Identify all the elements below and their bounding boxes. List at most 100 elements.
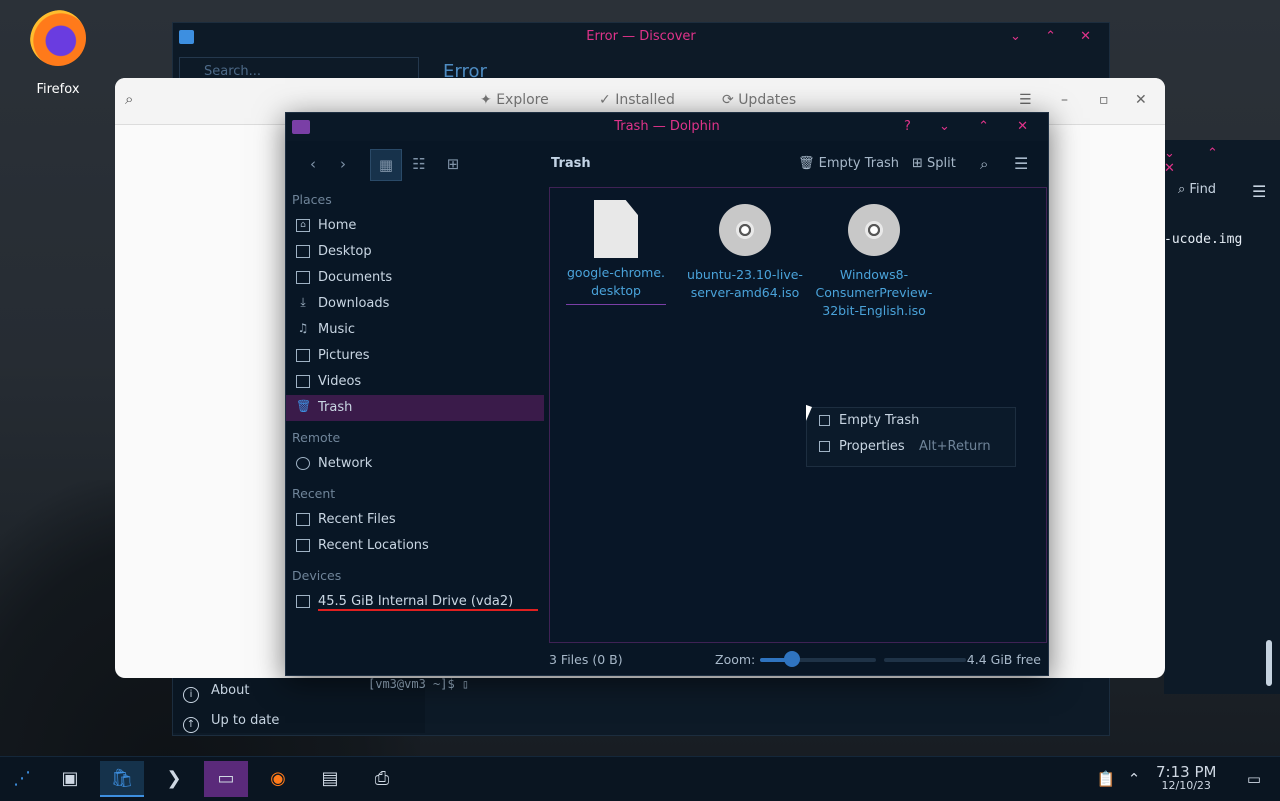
sidebar-item-desktop[interactable]: Desktop — [286, 239, 548, 265]
discover-window-buttons[interactable]: ⌄ ⌃ ✕ — [1010, 23, 1101, 51]
file-item[interactable]: google-chrome. desktop — [554, 200, 678, 305]
terminal-window-buttons[interactable]: ⌄ ⌃ ✕ — [1164, 146, 1274, 176]
dolphin-window: Trash — Dolphin ? ⌄ ⌃ ✕ ‹ › ▦ ☷ ⊞ Trash … — [285, 112, 1049, 676]
discover-updates-status[interactable]: ↑ Up to date — [183, 713, 279, 733]
terminal-window: ⌄ ⌃ ✕ ⌕ Find ☰ -ucode.img — [1164, 140, 1280, 694]
sidebar-item-pictures[interactable]: Pictures — [286, 343, 548, 369]
sidebar-item-videos[interactable]: Videos — [286, 369, 548, 395]
empty-trash-button[interactable]: 🗑 Empty Trash — [798, 149, 899, 179]
dolphin-toolbar: ‹ › ▦ ☷ ⊞ Trash 🗑 Empty Trash ⊞ Split ⌕ … — [286, 141, 1048, 185]
sidebar-item-trash[interactable]: 🗑 Trash — [286, 395, 544, 421]
properties-icon — [819, 441, 830, 452]
disc-icon — [848, 204, 900, 256]
taskbar: ⋰ ▣ 🛍 ❯ ▭ ◉ ▤ ⎙ 📋 ⌃ 7:13 PM 12/10/23 ▭ — [0, 756, 1280, 801]
search-icon[interactable]: ⌕ — [980, 149, 988, 179]
music-icon: ♫ — [297, 321, 309, 335]
terminal-scrollbar[interactable] — [1266, 640, 1272, 686]
firefox-task-icon[interactable]: ◉ — [256, 761, 300, 797]
disc-icon — [719, 204, 771, 256]
document-icon — [296, 271, 310, 284]
firefox-icon — [30, 10, 86, 66]
selection-underline — [566, 304, 666, 305]
file-name-line: ubuntu-23.10-live- — [687, 267, 803, 282]
picture-icon — [296, 349, 310, 362]
close-icon[interactable]: ✕ — [1135, 92, 1147, 108]
remote-header: Remote — [292, 430, 341, 445]
sidebar-item-downloads[interactable]: ⤓ Downloads — [286, 291, 548, 317]
forward-icon[interactable]: › — [330, 149, 356, 179]
terminal-find-button[interactable]: ⌕ Find — [1178, 182, 1216, 197]
chevron-up-icon[interactable]: ⌃ — [1112, 761, 1156, 797]
file-name-line: Windows8- — [839, 267, 909, 282]
hamburger-menu-icon[interactable]: ☰ — [1252, 182, 1266, 201]
terminal-task-icon[interactable]: ❯ — [152, 761, 196, 797]
app-launcher-icon[interactable]: ⋰ — [0, 761, 44, 797]
discover-task-icon[interactable]: 🛍 — [100, 761, 144, 797]
empty-trash-label: Empty Trash — [818, 156, 900, 171]
sidebar-item-drive[interactable]: 45.5 GiB Internal Drive (vda2) — [286, 589, 548, 615]
sidebar-item-home[interactable]: ⌂ Home — [286, 213, 548, 239]
split-button[interactable]: ⊞ Split — [912, 149, 956, 179]
tab-installed[interactable]: ✓ Installed — [599, 92, 675, 108]
desktop-icon-label: Firefox — [36, 82, 80, 97]
free-space-bar — [884, 658, 966, 662]
file-name-line: google-chrome. — [567, 265, 665, 280]
task-manager-icon[interactable]: ▣ — [48, 761, 92, 797]
tab-updates[interactable]: ⟳ Updates — [722, 92, 796, 108]
places-panel: Places ⌂ Home Desktop Documents ⤓ Download… — [286, 187, 548, 615]
discover-app-icon — [179, 30, 194, 44]
icons-view-icon[interactable]: ▦ — [370, 149, 402, 181]
document-icon — [594, 200, 638, 258]
folder-app-icon — [292, 120, 310, 134]
drive-icon — [296, 595, 310, 608]
hamburger-menu-icon[interactable]: ☰ — [1014, 149, 1028, 179]
compact-view-icon[interactable]: ☷ — [404, 149, 434, 179]
clock-date: 12/10/23 — [1161, 779, 1211, 792]
split-label: Split — [927, 156, 956, 171]
maximize-icon[interactable]: ▫ — [1099, 92, 1109, 108]
places-header: Places — [292, 192, 332, 207]
sidebar-item-documents[interactable]: Documents — [286, 265, 548, 291]
update-arrow-icon: ↑ — [183, 717, 199, 733]
file-item[interactable]: ubuntu-23.10-live- server-amd64.iso — [683, 200, 807, 302]
free-space: 4.4 GiB free — [966, 652, 1041, 667]
terminal-output: -ucode.img — [1164, 232, 1243, 247]
dolphin-task-icon[interactable]: ▭ — [204, 761, 248, 797]
zoom-label: Zoom: — [715, 652, 756, 667]
home-icon: ⌂ — [296, 219, 310, 232]
file-item[interactable]: Windows8- ConsumerPreview- 32bit-English… — [812, 200, 936, 320]
about-label: About — [211, 683, 250, 698]
menu-item-properties[interactable]: Properties Alt+Return — [807, 434, 1015, 460]
discover-about-item[interactable]: i About — [183, 683, 249, 703]
back-icon[interactable]: ‹ — [300, 149, 326, 179]
breadcrumb[interactable]: Trash — [551, 149, 591, 179]
show-desktop-icon[interactable]: ▭ — [1232, 761, 1276, 797]
sidebar-item-recent-locations[interactable]: Recent Locations — [286, 533, 548, 559]
drive-usage-bar — [318, 609, 538, 611]
discover-title: Error — Discover — [586, 29, 696, 44]
sidebar-item-recent-files[interactable]: Recent Files — [286, 507, 548, 533]
up-to-date-label: Up to date — [211, 713, 280, 728]
software-store-icon[interactable]: ▤ — [308, 761, 352, 797]
recent-locations-icon — [296, 539, 310, 552]
tab-explore[interactable]: ✦ Explore — [480, 92, 549, 108]
dolphin-window-buttons[interactable]: ? ⌄ ⌃ ✕ — [904, 113, 1040, 141]
printer-icon[interactable]: ⎙ — [360, 761, 404, 797]
menu-icon[interactable]: ☰ — [1019, 92, 1032, 108]
dolphin-titlebar[interactable]: Trash — Dolphin ? ⌄ ⌃ ✕ — [286, 113, 1048, 141]
minimize-icon[interactable]: – — [1061, 92, 1068, 108]
details-view-icon[interactable]: ⊞ — [438, 149, 468, 179]
trash-icon: 🗑 — [296, 399, 312, 413]
sidebar-item-network[interactable]: Network — [286, 451, 548, 477]
desktop-firefox-shortcut[interactable]: Firefox — [24, 10, 92, 97]
sidebar-item-music[interactable]: ♫ Music — [286, 317, 548, 343]
search-icon[interactable]: ⌕ — [125, 90, 151, 112]
discover-titlebar[interactable]: Error — Discover ⌄ ⌃ ✕ — [173, 23, 1109, 51]
zoom-slider-handle[interactable] — [784, 651, 800, 667]
recent-files-icon — [296, 513, 310, 526]
clock[interactable]: 7:13 PM 12/10/23 — [1156, 763, 1216, 792]
find-label: Find — [1189, 182, 1217, 197]
menu-item-empty-trash[interactable]: Empty Trash — [807, 408, 1015, 434]
video-icon — [296, 375, 310, 388]
file-name-line: desktop — [591, 283, 641, 298]
